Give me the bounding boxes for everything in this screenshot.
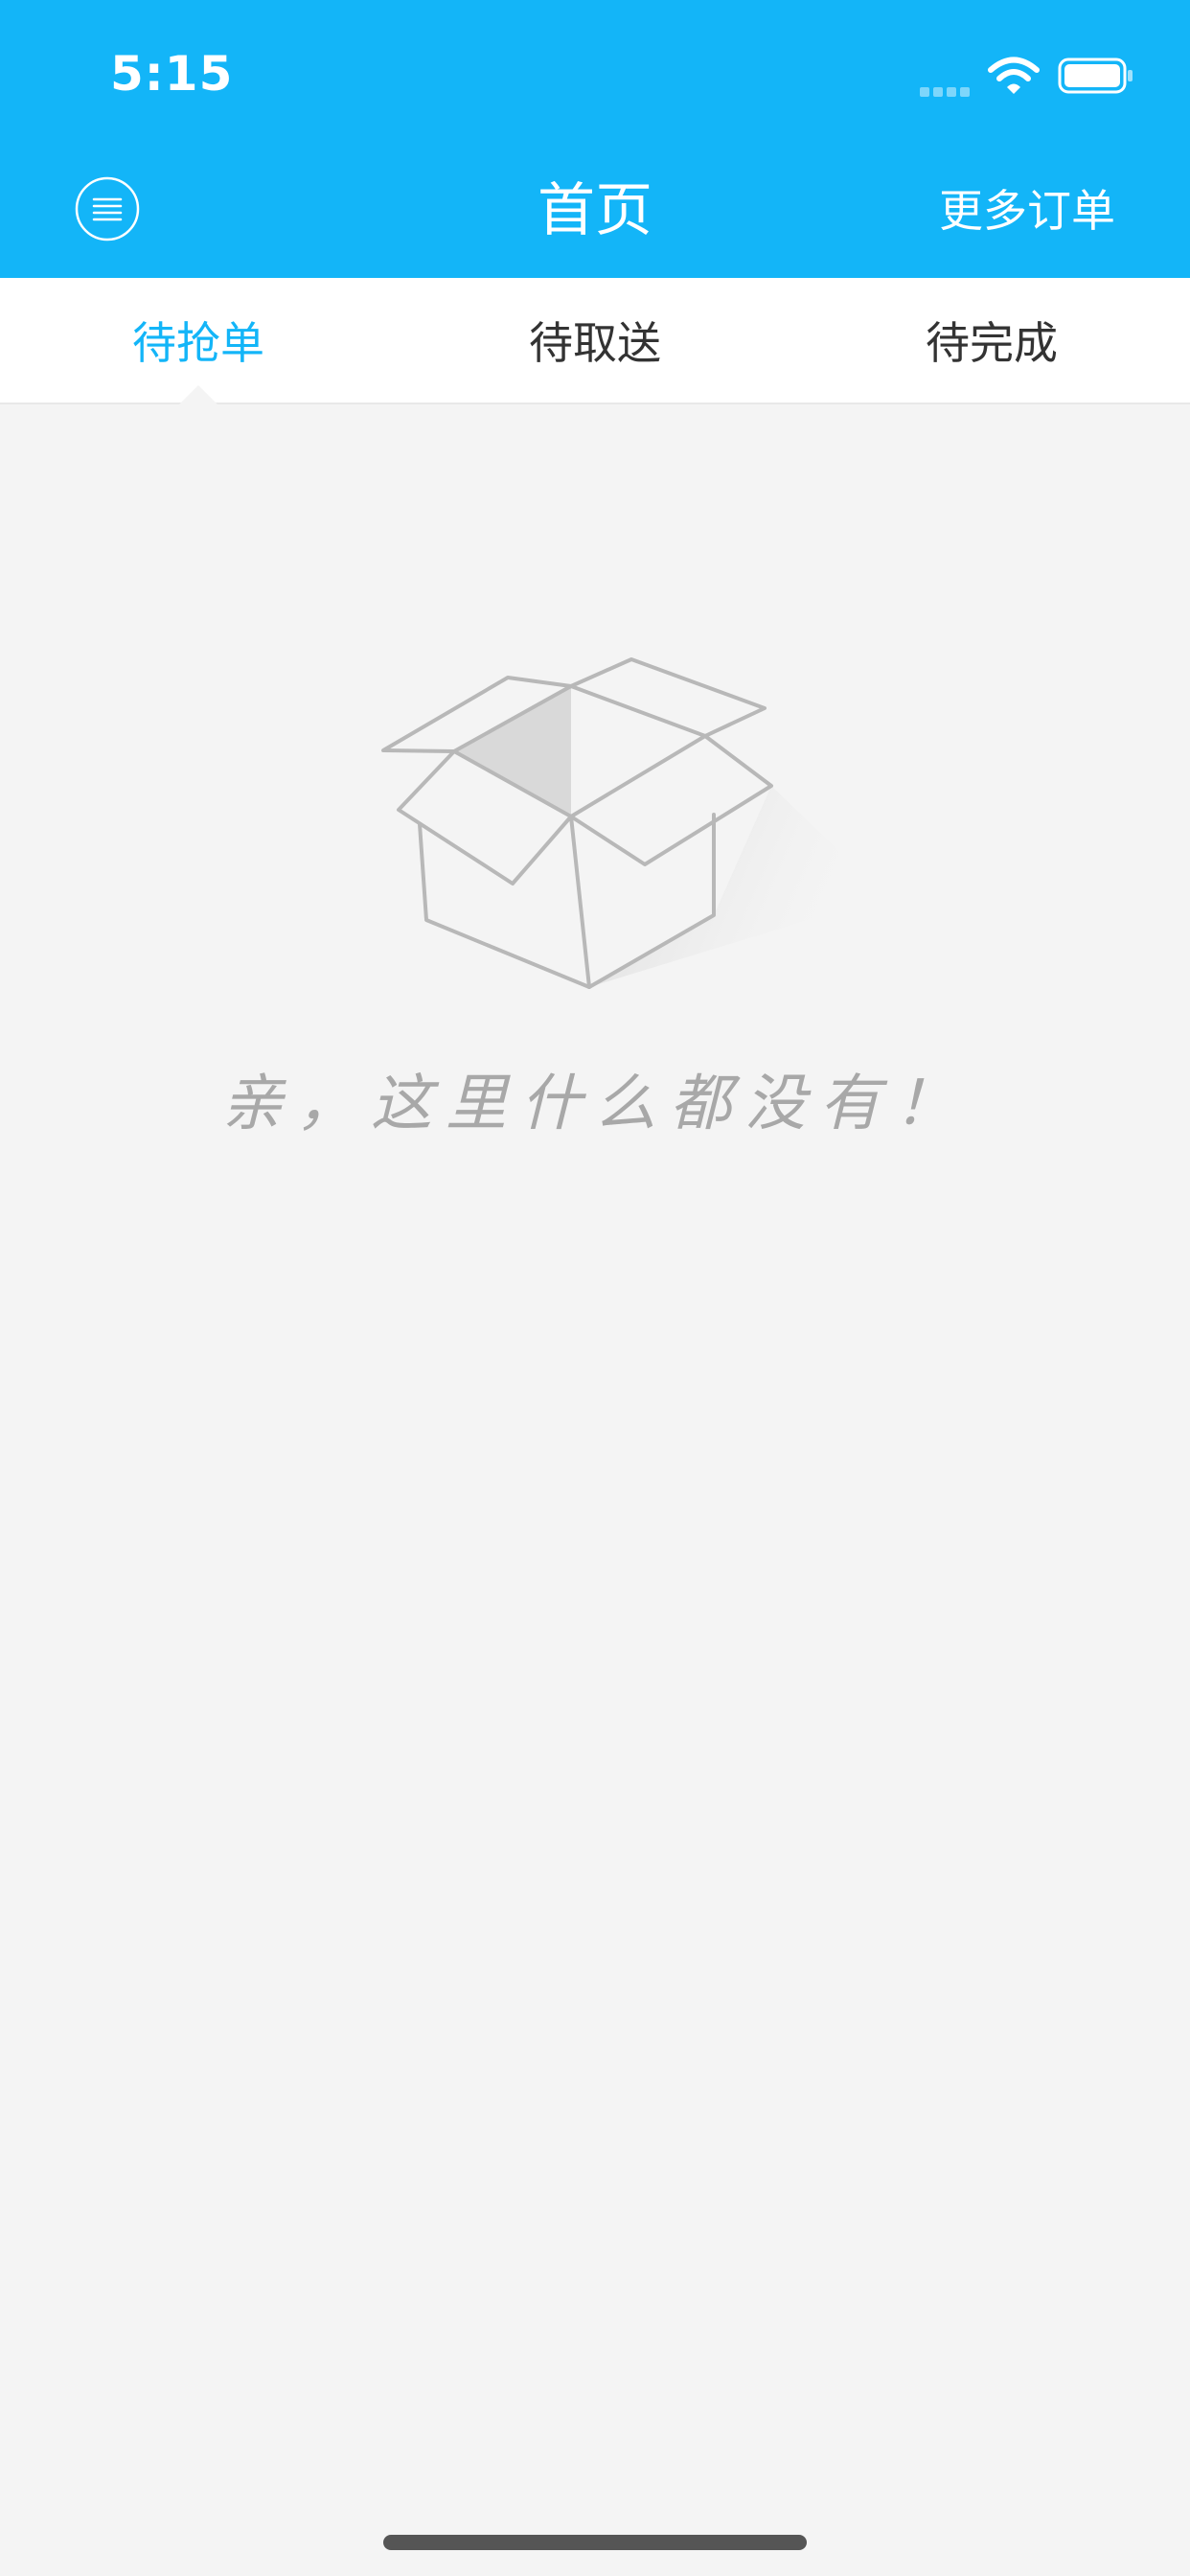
tab-label: 待抢单	[132, 317, 264, 369]
tab-label: 待取送	[529, 317, 661, 369]
page-title: 首页	[538, 177, 652, 244]
battery-icon	[1058, 58, 1133, 94]
more-orders-button[interactable]: 更多订单	[939, 180, 1115, 242]
tab-label: 待完成	[926, 317, 1058, 369]
empty-box-icon	[381, 657, 886, 989]
active-tab-indicator	[179, 385, 217, 404]
home-indicator	[383, 2535, 807, 2550]
order-tabs: 待抢单 待取送 待完成	[0, 278, 1190, 404]
status-time: 5:15	[110, 46, 234, 102]
tab-pending-grab[interactable]: 待抢单	[0, 278, 397, 404]
tab-pending-pickup[interactable]: 待取送	[397, 278, 793, 402]
status-bar: 5:15	[0, 0, 1190, 144]
navigation-bar: 首页 更多订单	[0, 144, 1190, 278]
cellular-signal-icon	[920, 82, 975, 97]
wifi-icon	[988, 57, 1040, 94]
tab-pending-complete[interactable]: 待完成	[793, 278, 1190, 402]
empty-message: 亲，这里什么都没有！	[221, 1069, 969, 1139]
menu-icon[interactable]	[75, 176, 140, 242]
